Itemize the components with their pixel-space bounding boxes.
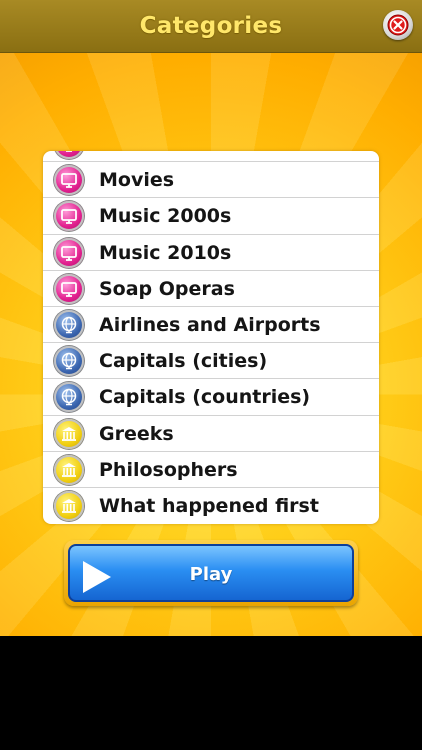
play-button-face[interactable]: Play bbox=[68, 544, 354, 602]
globe-icon bbox=[54, 346, 84, 377]
tv-icon bbox=[54, 273, 84, 304]
header-bar: Categories bbox=[0, 0, 422, 53]
temple-icon bbox=[54, 418, 84, 449]
category-label: Soap Operas bbox=[99, 277, 235, 300]
list-item[interactable]: Philosophers bbox=[43, 450, 379, 487]
list-item[interactable]: Soap Operas bbox=[43, 269, 379, 306]
list-item[interactable]: Music 2000s bbox=[43, 197, 379, 233]
tv-icon bbox=[54, 165, 84, 196]
globe-icon bbox=[54, 382, 84, 413]
tv-icon bbox=[54, 201, 84, 232]
list-item[interactable]: Greeks bbox=[43, 414, 379, 451]
temple-icon bbox=[54, 454, 84, 485]
tv-icon bbox=[54, 237, 84, 268]
category-label: Greeks bbox=[99, 422, 174, 445]
category-label: Philosophers bbox=[99, 458, 238, 481]
temple-icon bbox=[54, 490, 84, 521]
list-item[interactable]: Airlines and Airports bbox=[43, 305, 379, 342]
close-icon bbox=[387, 14, 409, 36]
category-label: Movies bbox=[99, 169, 175, 192]
close-button[interactable] bbox=[383, 10, 413, 40]
list-item[interactable]: Capitals (cities) bbox=[43, 342, 379, 378]
list-item[interactable]: What happened first bbox=[43, 486, 379, 523]
categories-screen: Categories Eurovision Movies bbox=[0, 0, 422, 636]
play-button[interactable]: Play bbox=[64, 540, 358, 606]
category-label: Capitals (cities) bbox=[99, 350, 268, 373]
list-item[interactable]: Eurovision bbox=[43, 151, 379, 161]
category-label: Capitals (countries) bbox=[99, 386, 311, 409]
category-label: Music 2010s bbox=[99, 241, 232, 264]
list-item[interactable]: Music 2010s bbox=[43, 233, 379, 270]
list-item[interactable]: Movies bbox=[43, 161, 379, 197]
category-label: Music 2000s bbox=[99, 205, 232, 228]
category-label: What happened first bbox=[99, 494, 319, 517]
globe-icon bbox=[54, 309, 84, 340]
play-button-label: Play bbox=[189, 564, 233, 585]
bottom-bar bbox=[0, 636, 422, 750]
tv-icon bbox=[54, 151, 84, 159]
list-item[interactable]: Capitals (countries) bbox=[43, 378, 379, 414]
page-title: Categories bbox=[139, 13, 283, 39]
category-list[interactable]: Eurovision Movies Music 2000s Music 2010… bbox=[43, 151, 379, 524]
category-label: Airlines and Airports bbox=[99, 313, 321, 336]
